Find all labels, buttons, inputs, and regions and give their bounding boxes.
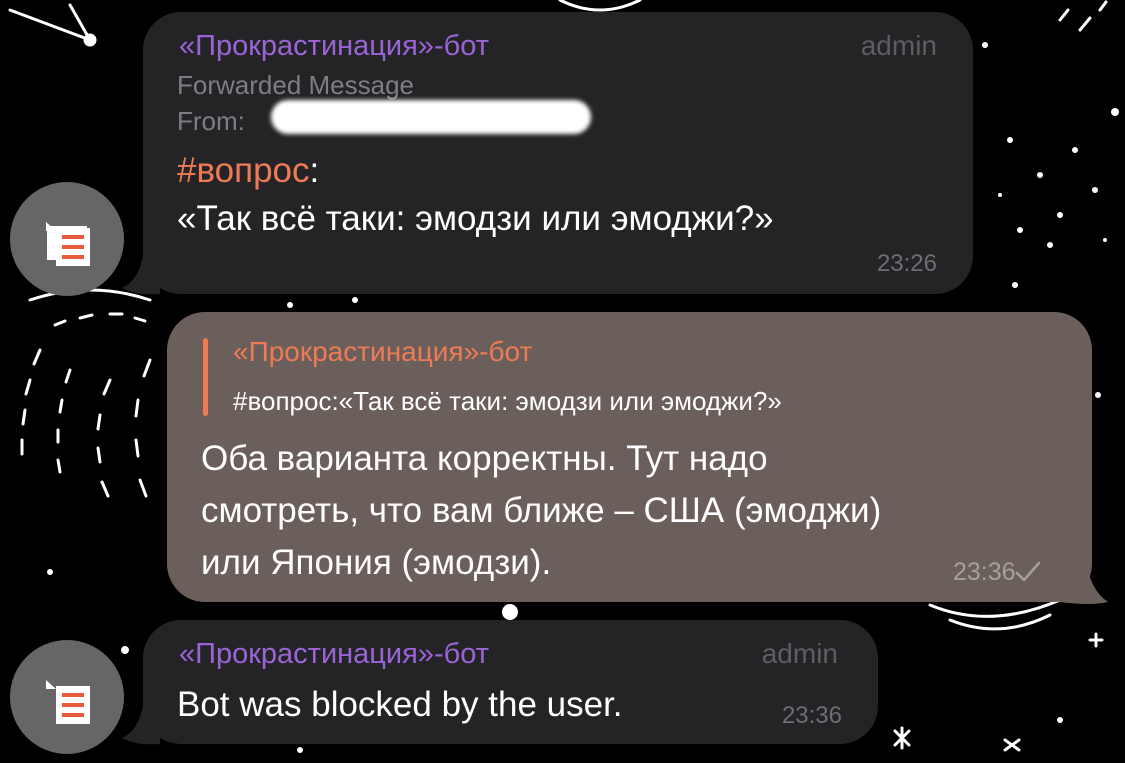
bot-avatar[interactable] <box>10 182 124 296</box>
sender-name[interactable]: «Прокрастинация»-бот <box>179 30 489 63</box>
bot-chat-icon <box>39 220 90 266</box>
message-text-line: или Япония (эмодзи). <box>201 543 552 582</box>
bot-chat-icon <box>46 680 90 724</box>
forwarded-from-label: From: <box>177 106 245 136</box>
message-text: Bot was blocked by the user. <box>177 685 623 724</box>
message-bubble-outgoing[interactable]: «Прокрастинация»-бот #вопрос:«Так всё та… <box>167 312 1092 602</box>
message-bubble-forwarded[interactable]: «Прокрастинация»-бот admin Forwarded Mes… <box>143 12 973 294</box>
message-time: 23:36 <box>953 558 1016 586</box>
message-bubble-incoming[interactable]: «Прокрастинация»-бот admin Bot was block… <box>143 620 878 744</box>
sender-name[interactable]: «Прокрастинация»-бот <box>179 638 489 671</box>
message-text: «Так всё таки: эмодзи или эмоджи?» <box>177 199 774 238</box>
message-time: 23:36 <box>781 702 842 729</box>
message-text-line: смотреть, что вам ближе – США (эмоджи) <box>201 491 882 530</box>
redacted-name <box>271 100 591 134</box>
hashtag-suffix: : <box>309 151 320 190</box>
message-time: 23:26 <box>876 250 937 277</box>
admin-badge: admin <box>761 638 838 669</box>
reply-bar <box>203 338 208 416</box>
hashtag-link[interactable]: #вопрос <box>177 151 310 190</box>
admin-badge: admin <box>860 30 937 61</box>
reply-sender-name[interactable]: «Прокрастинация»-бот <box>233 336 532 368</box>
forwarded-label: Forwarded Message <box>177 70 414 100</box>
bot-avatar[interactable] <box>10 640 124 754</box>
message-text: #вопрос: <box>177 148 319 193</box>
message-text-line: Оба варианта корректны. Тут надо <box>201 439 768 478</box>
checkmark-icon <box>1015 561 1041 582</box>
reply-preview-text[interactable]: #вопрос:«Так всё таки: эмодзи или эмоджи… <box>233 386 782 417</box>
